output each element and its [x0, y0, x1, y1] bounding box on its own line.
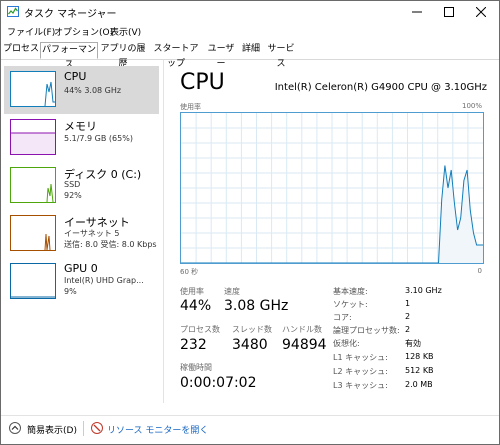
handles-value: 94894 [282, 337, 327, 353]
sidebar-item-detail: 44% 3.08 GHz [64, 86, 122, 95]
usage-label: 使用率 [180, 287, 204, 296]
graph-label-max: 100% [461, 102, 482, 110]
sidebar-item-label: GPU 0 [64, 262, 98, 275]
menu-file[interactable]: ファイル(F) [7, 25, 55, 38]
gpu-thumbnail [10, 263, 56, 299]
graph-label-usage: 使用率 [180, 103, 201, 111]
tab-bar: プロセス パフォーマンス アプリの履歴 スタートアップ ユーザー 詳細 サービス [1, 41, 499, 70]
uptime-label: 稼働時間 [180, 363, 212, 372]
performance-panel: CPU Intel(R) Celeron(R) G4900 CPU @ 3.10… [164, 60, 499, 403]
sidebar-item-detail: 92% [64, 191, 82, 200]
threads-label: スレッド数 [232, 325, 272, 334]
maximize-button[interactable] [433, 1, 465, 23]
memory-thumbnail [10, 119, 56, 155]
ethernet-thumbnail [10, 215, 56, 251]
detail-key: コア: [333, 313, 352, 322]
detail-value: 2 [405, 312, 411, 321]
speed-label: 速度 [224, 287, 240, 296]
tab-startup[interactable]: スタートアップ [150, 42, 202, 69]
page-title: CPU [180, 70, 225, 95]
resource-sidebar: CPU 44% 3.08 GHz メモリ 5.1/7.9 GB (65%) ディ… [1, 60, 164, 403]
tab-users[interactable]: ユーザー [204, 42, 238, 69]
speed-value: 3.08 GHz [224, 298, 289, 314]
sidebar-item-detail: イーサネット 5 [64, 229, 120, 238]
detail-key: 基本速度: [333, 287, 368, 296]
sidebar-item-disk[interactable]: ディスク 0 (C:) SSD 92% [4, 162, 159, 210]
sidebar-item-memory[interactable]: メモリ 5.1/7.9 GB (65%) [4, 114, 159, 162]
threads-value: 3480 [232, 337, 268, 353]
cpu-usage-graph [180, 112, 484, 264]
cpu-usage-chart [181, 113, 483, 264]
detail-value: 128 KB [405, 352, 434, 361]
sidebar-item-detail: 5.1/7.9 GB (65%) [64, 134, 133, 143]
detail-key: L3 キャッシュ: [333, 381, 388, 390]
sidebar-item-cpu[interactable]: CPU 44% 3.08 GHz [4, 66, 159, 114]
processes-label: プロセス数 [180, 325, 220, 334]
usage-value: 44% [180, 298, 212, 314]
graph-label-timespan: 60 秒 [180, 268, 199, 276]
tab-processes[interactable]: プロセス [3, 42, 39, 57]
menu-view[interactable]: 表示(V) [110, 25, 141, 38]
detail-value: 2 [405, 325, 411, 334]
sidebar-item-detail: Intel(R) UHD Grap... [64, 276, 144, 285]
sidebar-item-label: メモリ [64, 120, 97, 133]
title-bar[interactable]: タスク マネージャー [1, 1, 499, 23]
sidebar-item-detail: 9% [64, 287, 77, 296]
chevron-up-icon[interactable] [9, 422, 21, 437]
detail-key: L2 キャッシュ: [333, 367, 388, 376]
sidebar-item-ethernet[interactable]: イーサネット イーサネット 5 送信: 8.0 受信: 8.0 Kbps [4, 210, 159, 258]
graph-label-min: 0 [477, 267, 482, 275]
detail-key: L1 キャッシュ: [333, 353, 388, 362]
minimize-button[interactable] [401, 1, 433, 23]
menu-options[interactable]: オプション(O) [54, 25, 113, 38]
detail-value: 1 [405, 299, 411, 308]
fewer-details-link[interactable]: 簡易表示(D) [27, 423, 77, 436]
processes-value: 232 [180, 337, 207, 353]
detail-value: 512 KB [405, 366, 434, 375]
sidebar-item-gpu[interactable]: GPU 0 Intel(R) UHD Grap... 9% [4, 258, 159, 306]
footer-divider [83, 421, 84, 436]
detail-value: 有効 [405, 339, 421, 348]
task-manager-icon [7, 6, 19, 17]
task-manager-window: タスク マネージャー ファイル(F) オプション(O) 表示(V) プロセス パ… [0, 0, 500, 445]
graph-grid [181, 113, 483, 263]
handles-label: ハンドル数 [282, 325, 322, 334]
resource-monitor-link[interactable]: リソース モニターを開く [107, 423, 208, 436]
detail-key: 仮想化: [333, 339, 360, 348]
footer-bar: 簡易表示(D) リソース モニターを開く [1, 415, 499, 445]
detail-key: ソケット: [333, 300, 368, 309]
tab-app-history[interactable]: アプリの履歴 [98, 42, 148, 69]
tab-services[interactable]: サービス [264, 42, 298, 69]
uptime-value: 0:00:07:02 [180, 375, 257, 391]
detail-value: 2.0 MB [405, 380, 433, 389]
sidebar-item-detail: 送信: 8.0 受信: 8.0 Kbps [64, 240, 157, 249]
cpu-thumbnail [10, 71, 56, 107]
menu-bar: ファイル(F) オプション(O) 表示(V) [1, 23, 499, 40]
disk-thumbnail [10, 167, 56, 203]
processor-name: Intel(R) Celeron(R) G4900 CPU @ 3.10GHz [274, 82, 487, 93]
resource-monitor-icon[interactable] [91, 422, 103, 437]
tab-performance[interactable]: パフォーマンス [40, 42, 98, 70]
close-button[interactable] [465, 1, 497, 23]
tab-details[interactable]: 詳細 [240, 42, 262, 57]
detail-key: 論理プロセッサ数: [333, 326, 400, 335]
sidebar-item-detail: SSD [64, 180, 81, 189]
window-title: タスク マネージャー [24, 9, 117, 20]
detail-value: 3.10 GHz [405, 286, 442, 295]
sidebar-item-label: CPU [64, 70, 87, 83]
